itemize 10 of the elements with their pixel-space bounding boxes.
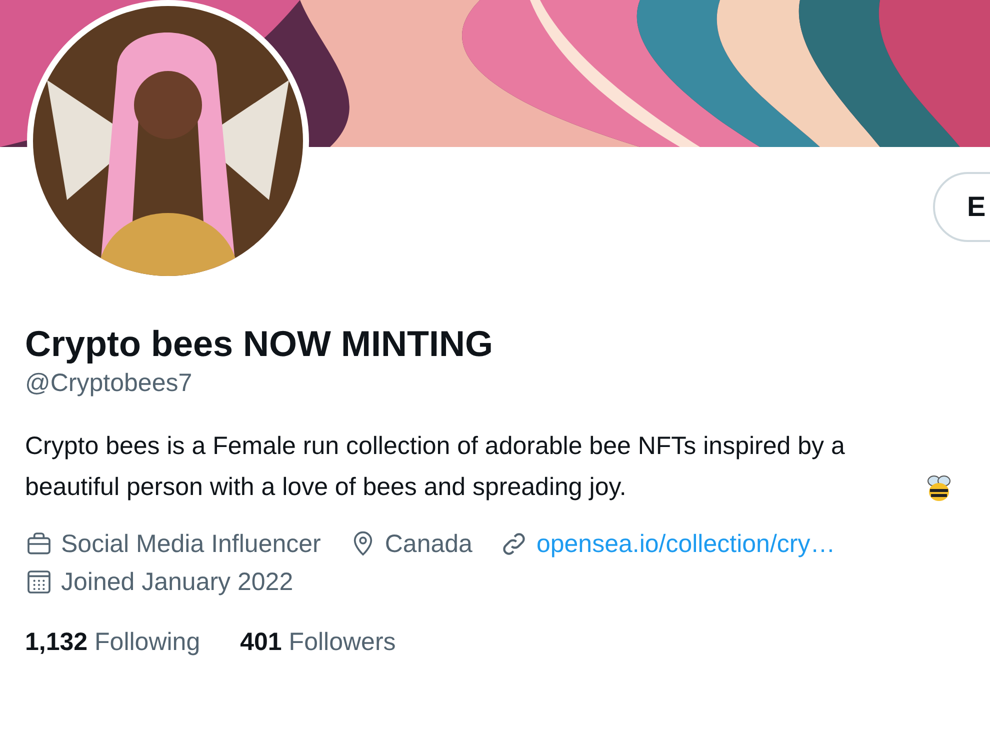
edit-profile-button[interactable]: E — [933, 172, 990, 242]
profile-name: Crypto bees NOW MINTING — [25, 322, 494, 366]
profile-meta-text: Social Media Influencer — [61, 529, 321, 560]
profile-handle: @Cryptobees7 — [25, 368, 194, 399]
follow-stat-link[interactable]: 1,132 Following — [25, 626, 200, 658]
calendar-icon — [25, 568, 53, 596]
profile-meta-text: Canada — [384, 529, 472, 560]
profile-meta-text: Joined January 2022 — [61, 567, 294, 598]
profile-bio: Crypto bees is a Female run collection of adorable bee NFTs inspired by a beautiful person with a love of bees and spreading joy. — [25, 431, 846, 503]
follow-stat-link[interactable]: 401 Followers — [240, 626, 396, 658]
